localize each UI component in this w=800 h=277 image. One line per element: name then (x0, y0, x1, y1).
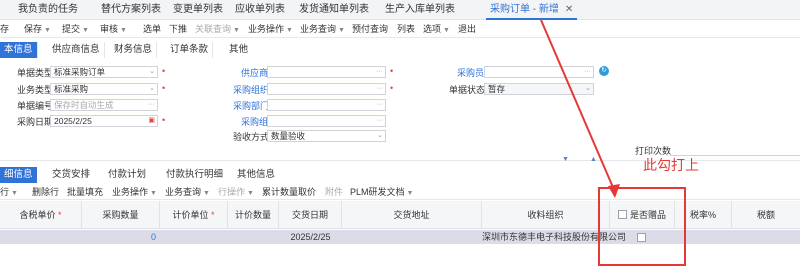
purchase-order-window: 我负责的任务 替代方案列表 变更单列表 应收单列表 发货通知单列表 生产入库单列… (0, 0, 800, 277)
annotation-arrow-icon (540, 19, 620, 198)
